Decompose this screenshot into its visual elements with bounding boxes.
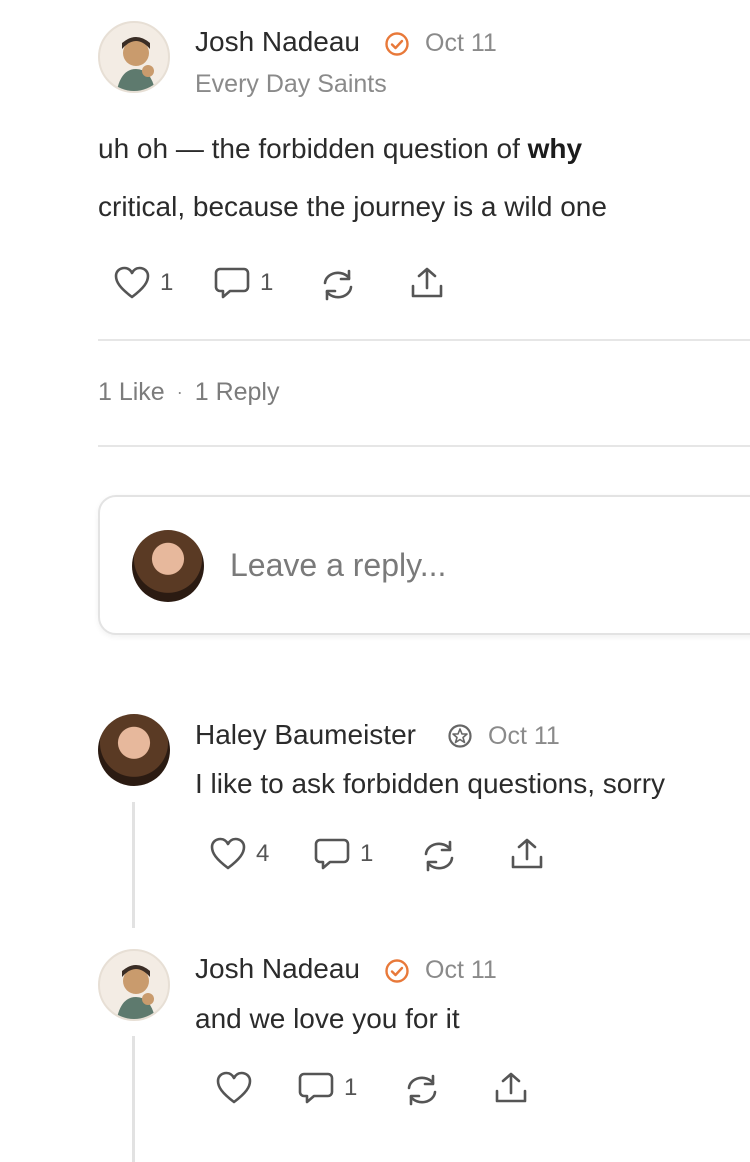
heart-icon <box>216 1071 252 1104</box>
reply-count: 1 <box>360 840 374 867</box>
restack-icon <box>407 1074 437 1106</box>
like-button[interactable] <box>216 1071 262 1105</box>
author-avatar[interactable] <box>98 714 170 786</box>
comment-text: I like to ask forbidden questions, sorry <box>195 768 666 799</box>
reply-button[interactable]: 1 <box>314 837 373 871</box>
like-button[interactable]: 4 <box>210 837 269 871</box>
share-button[interactable] <box>510 837 544 871</box>
verified-badge-icon <box>385 959 409 983</box>
restack-button[interactable] <box>404 1073 440 1107</box>
share-icon <box>495 1072 527 1103</box>
current-user-avatar <box>132 530 204 602</box>
share-icon <box>411 267 443 298</box>
replies-summary[interactable]: 1 Reply <box>195 378 280 407</box>
stats-separator: · <box>176 382 183 402</box>
restack-button[interactable] <box>421 839 457 873</box>
comment-bubble-icon <box>314 838 350 870</box>
comment-date[interactable]: Oct 11 <box>425 956 497 985</box>
comment-text: and we love you for it <box>195 1003 460 1034</box>
divider <box>98 445 750 447</box>
comment-date[interactable]: Oct 11 <box>425 29 497 58</box>
like-button[interactable]: 1 <box>114 266 173 300</box>
avatar-illustration <box>116 965 156 1019</box>
heart-icon <box>210 837 246 870</box>
like-count: 1 <box>160 269 174 296</box>
avatar-illustration <box>116 37 156 91</box>
reply-button[interactable]: 1 <box>298 1071 357 1105</box>
reply-input-box[interactable]: Leave a reply... <box>98 495 750 635</box>
reply-input-placeholder[interactable]: Leave a reply... <box>230 547 446 584</box>
comment-text-bold: why <box>527 133 583 164</box>
comment-text-line2: critical, because the journey is a wild … <box>98 191 607 222</box>
comment-date[interactable]: Oct 11 <box>488 722 560 751</box>
comment-bubble-icon <box>214 267 250 299</box>
author-name[interactable]: Josh Nadeau <box>195 26 360 58</box>
comment-text: uh oh — the forbidden question of why <box>98 133 582 165</box>
comment-text-part: uh oh — the forbidden question of <box>98 133 528 164</box>
comment-bubble-icon <box>298 1072 334 1104</box>
thread-line <box>132 802 135 928</box>
author-name[interactable]: Josh Nadeau <box>195 953 360 985</box>
reaction-stats: 1 Like · 1 Reply <box>98 378 279 407</box>
share-button[interactable] <box>494 1071 528 1105</box>
subscriber-badge-icon <box>448 724 472 748</box>
divider <box>98 339 750 341</box>
reply-count: 1 <box>344 1074 358 1101</box>
heart-icon <box>114 266 150 299</box>
comment-thread: Josh Nadeau Oct 11 Every Day Saints uh o… <box>0 0 750 1162</box>
reply-count: 1 <box>260 269 274 296</box>
likes-summary[interactable]: 1 Like <box>98 378 165 407</box>
share-icon <box>511 838 543 869</box>
author-name[interactable]: Haley Baumeister <box>195 719 416 751</box>
publication-name[interactable]: Every Day Saints <box>195 70 387 99</box>
author-avatar[interactable] <box>98 21 170 93</box>
verified-badge-icon <box>385 32 409 56</box>
reply-button[interactable]: 1 <box>214 266 273 300</box>
thread-line <box>132 1036 135 1162</box>
like-count: 4 <box>256 840 270 867</box>
share-button[interactable] <box>410 266 444 300</box>
restack-button[interactable] <box>320 268 356 302</box>
author-avatar[interactable] <box>98 949 170 1021</box>
restack-icon <box>424 840 454 872</box>
restack-icon <box>323 269 353 301</box>
